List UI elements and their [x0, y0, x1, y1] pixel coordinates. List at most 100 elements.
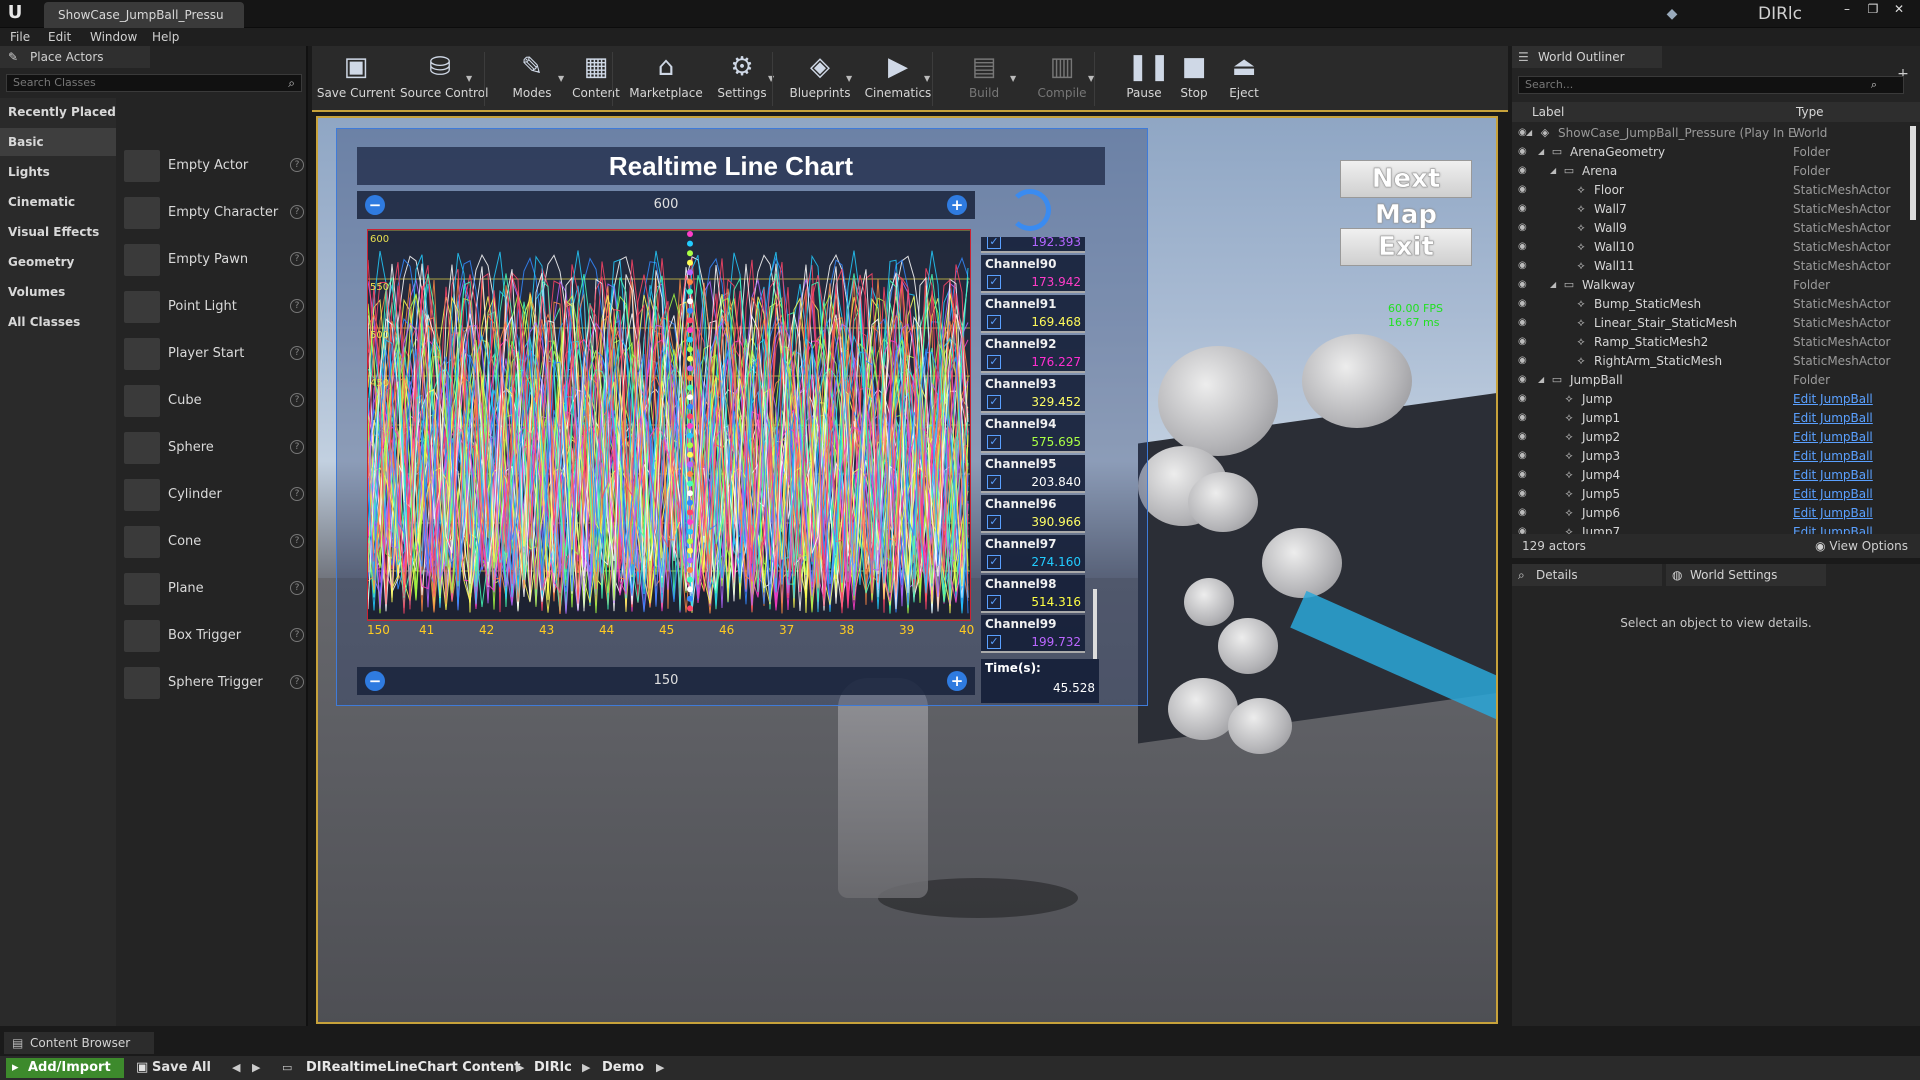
visibility-eye-icon[interactable]: ◉ — [1518, 431, 1530, 443]
visibility-eye-icon[interactable]: ◉ — [1518, 507, 1530, 519]
search-icon[interactable]: ⌕ — [288, 75, 295, 91]
channel-checkbox[interactable]: ✓ — [987, 515, 1001, 529]
world-settings-tab[interactable]: ◍ World Settings — [1666, 564, 1826, 586]
visibility-eye-icon[interactable]: ◉ — [1518, 317, 1530, 329]
expand-arrow-icon[interactable]: ◢ — [1550, 276, 1556, 294]
outliner-row[interactable]: ◉ ⟡ Wall9 StaticMeshActor — [1512, 219, 1912, 237]
actor-item[interactable]: Empty Character? — [124, 193, 304, 233]
actor-item[interactable]: Cone? — [124, 522, 304, 562]
breadcrumb-demo[interactable]: Demo — [602, 1056, 644, 1080]
outliner-search-input[interactable]: Search... ⌕ — [1518, 76, 1904, 94]
breadcrumb-content[interactable]: DIRealtimeLineChart Content — [306, 1056, 520, 1080]
channel-item[interactable]: Channel91 ✓ 169.468 — [981, 295, 1085, 333]
outliner-row[interactable]: ◉ ⟡ Jump1 Edit JumpBall — [1512, 409, 1912, 427]
refresh-icon[interactable] — [1009, 189, 1051, 231]
menu-edit[interactable]: Edit — [48, 28, 71, 46]
maximize-icon[interactable]: ❐ — [1860, 0, 1886, 18]
forward-arrow-icon[interactable]: ▶ — [252, 1056, 260, 1080]
outliner-row[interactable]: ◉ ⟡ Floor StaticMeshActor — [1512, 181, 1912, 199]
actor-item[interactable]: Cube? — [124, 381, 304, 421]
channel-item[interactable]: Channel98 ✓ 514.316 — [981, 575, 1085, 613]
visibility-eye-icon[interactable]: ◉ — [1518, 222, 1530, 234]
channel-item[interactable]: Channel96 ✓ 390.966 — [981, 495, 1085, 533]
back-arrow-icon[interactable]: ◀ — [232, 1056, 240, 1080]
channel-list-scrollbar[interactable] — [1093, 589, 1097, 659]
help-icon[interactable]: ? — [290, 675, 304, 689]
help-icon[interactable]: ? — [290, 534, 304, 548]
column-label-header[interactable]: Label — [1532, 102, 1564, 122]
channel-item[interactable]: Channel93 ✓ 329.452 — [981, 375, 1085, 413]
search-classes-input[interactable]: Search Classes ⌕ — [6, 74, 302, 92]
channel-checkbox[interactable]: ✓ — [987, 395, 1001, 409]
help-icon[interactable]: ? — [290, 346, 304, 360]
outliner-row[interactable]: ◉ ⟡ Wall7 StaticMeshActor — [1512, 200, 1912, 218]
world-outliner-tab[interactable]: ☰ World Outliner — [1512, 46, 1662, 68]
visibility-eye-icon[interactable]: ◉ — [1518, 165, 1530, 177]
save-all-button[interactable]: ▣ Save All — [134, 1056, 211, 1080]
visibility-eye-icon[interactable]: ◉ — [1518, 241, 1530, 253]
outliner-row[interactable]: ◉ ⟡ Jump Edit JumpBall — [1512, 390, 1912, 408]
outliner-row[interactable]: ◉ ⟡ Jump2 Edit JumpBall — [1512, 428, 1912, 446]
toolbar-eject-button[interactable]: ⏏ Eject — [1204, 50, 1284, 110]
channel-item[interactable]: Channel97 ✓ 274.160 — [981, 535, 1085, 573]
close-icon[interactable]: ✕ — [1886, 0, 1912, 18]
channel-item[interactable]: Channel94 ✓ 575.695 — [981, 415, 1085, 453]
outliner-row[interactable]: ◉ ◢ ▭ ArenaGeometry Folder — [1512, 143, 1912, 161]
actor-item[interactable]: Player Start? — [124, 334, 304, 374]
channel-checkbox[interactable]: ✓ — [987, 237, 1001, 249]
channel-item[interactable]: Channel95 ✓ 203.840 — [981, 455, 1085, 493]
expand-arrow-icon[interactable]: ◢ — [1538, 371, 1544, 389]
dropdown-caret-icon[interactable]: ▼ — [846, 74, 856, 84]
visibility-eye-icon[interactable]: ◉ — [1518, 393, 1530, 405]
toolbar-content-button[interactable]: ▦ Content — [556, 50, 636, 110]
help-icon[interactable]: ? — [290, 393, 304, 407]
outliner-row[interactable]: ◉ ⟡ Jump3 Edit JumpBall — [1512, 447, 1912, 465]
dropdown-caret-icon[interactable]: ▼ — [466, 74, 476, 84]
actor-item[interactable]: Cylinder? — [124, 475, 304, 515]
next-map-button[interactable]: Next Map — [1340, 160, 1472, 230]
channel-checkbox[interactable]: ✓ — [987, 315, 1001, 329]
actor-item[interactable]: Sphere? — [124, 428, 304, 468]
place-actors-tab[interactable]: ✎ Place Actors — [0, 46, 150, 68]
toolbar-save-button[interactable]: ▣ Save Current — [316, 50, 396, 110]
outliner-row[interactable]: ◉ ⟡ Linear_Stair_StaticMesh StaticMeshActor — [1512, 314, 1912, 332]
outliner-row[interactable]: ◉ ⟡ Jump4 Edit JumpBall — [1512, 466, 1912, 484]
visibility-eye-icon[interactable]: ◉ — [1518, 469, 1530, 481]
actor-item[interactable]: Point Light? — [124, 287, 304, 327]
level-viewport[interactable]: Next Map Exit 60.00 FPS 16.67 ms Realtim… — [316, 116, 1498, 1024]
visibility-eye-icon[interactable]: ◉ — [1518, 336, 1530, 348]
menu-file[interactable]: File — [10, 28, 30, 46]
column-type-header[interactable]: Type — [1796, 102, 1824, 122]
outliner-row[interactable]: ◉ ⟡ Wall10 StaticMeshActor — [1512, 238, 1912, 256]
help-icon[interactable]: ? — [290, 628, 304, 642]
expand-arrow-icon[interactable]: ◢ — [1526, 124, 1532, 142]
channel-item[interactable]: Channel92 ✓ 176.227 — [981, 335, 1085, 373]
actor-item[interactable]: Sphere Trigger? — [124, 663, 304, 703]
help-icon[interactable]: ? — [290, 205, 304, 219]
visibility-eye-icon[interactable]: ◉ — [1518, 412, 1530, 424]
details-tab[interactable]: ⌕ Details — [1512, 564, 1662, 586]
breadcrumb-dirlc[interactable]: DIRlc — [534, 1056, 572, 1080]
minimize-icon[interactable]: – — [1834, 0, 1860, 18]
visibility-eye-icon[interactable]: ◉ — [1518, 374, 1530, 386]
menu-help[interactable]: Help — [152, 28, 179, 46]
category-visual-effects[interactable]: Visual Effects — [0, 218, 116, 246]
help-icon[interactable]: ? — [290, 440, 304, 454]
outliner-row-type[interactable]: Edit JumpBall — [1793, 428, 1873, 446]
channel-item[interactable]: ✓ 192.393 — [981, 237, 1085, 253]
document-tab[interactable]: ShowCase_JumpBall_Pressu — [44, 2, 244, 28]
visibility-eye-icon[interactable]: ◉ — [1518, 488, 1530, 500]
outliner-scrollbar[interactable] — [1910, 126, 1916, 220]
outliner-row-type[interactable]: Edit JumpBall — [1793, 504, 1873, 522]
channel-item[interactable]: Channel99 ✓ 199.732 — [981, 615, 1085, 653]
expand-arrow-icon[interactable]: ◢ — [1550, 162, 1556, 180]
actor-item[interactable]: Box Trigger? — [124, 616, 304, 656]
category-geometry[interactable]: Geometry — [0, 248, 116, 276]
view-options-button[interactable]: ◉ View Options — [1815, 534, 1908, 558]
category-all-classes[interactable]: All Classes — [0, 308, 116, 336]
actor-item[interactable]: Empty Actor? — [124, 146, 304, 186]
add-import-button[interactable]: ▸ Add/Import — [6, 1058, 124, 1078]
actor-item[interactable]: Plane? — [124, 569, 304, 609]
outliner-row[interactable]: ◉ ◢ ▭ Walkway Folder — [1512, 276, 1912, 294]
channel-checkbox[interactable]: ✓ — [987, 435, 1001, 449]
